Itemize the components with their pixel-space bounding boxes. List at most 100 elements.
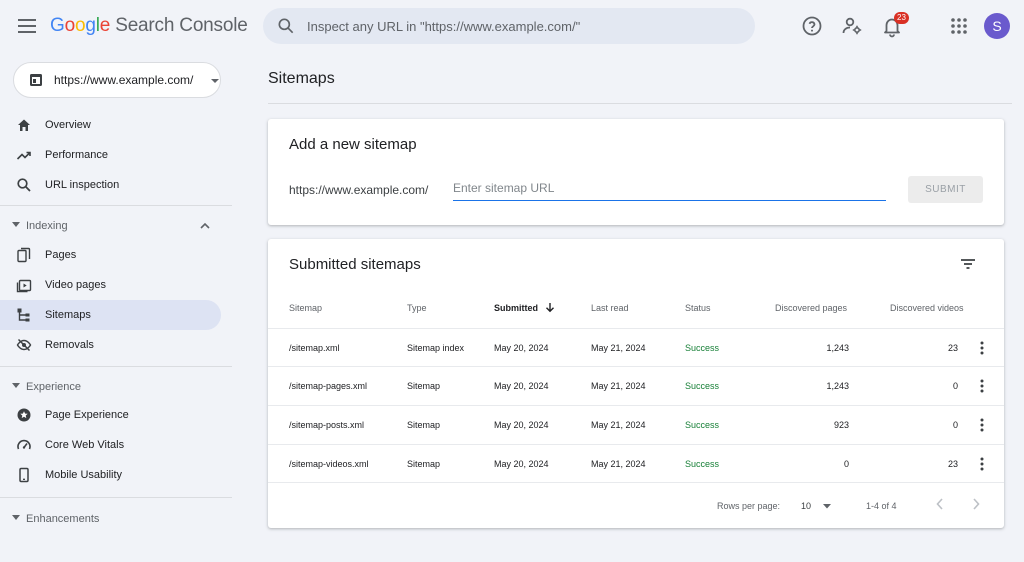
sidebar-item-sitemaps[interactable]: Sitemaps bbox=[0, 300, 221, 330]
sidebar-item-video-pages[interactable]: Video pages bbox=[0, 270, 221, 300]
caret-down-icon bbox=[12, 515, 20, 521]
sidebar-item-label: Mobile Usability bbox=[45, 469, 123, 481]
sitemap-path: /sitemap-posts.xml bbox=[289, 420, 365, 430]
chevron-down-icon bbox=[210, 78, 220, 84]
home-icon bbox=[16, 117, 32, 133]
help-icon[interactable] bbox=[800, 14, 824, 38]
more-vert-icon[interactable] bbox=[974, 456, 990, 472]
submitted-date: May 20, 2024 bbox=[494, 343, 549, 353]
chevron-left-icon[interactable] bbox=[935, 498, 945, 510]
submitted-sitemaps-card: Submitted sitemaps Sitemap Type Submitte… bbox=[268, 239, 1004, 528]
sidebar-item-performance[interactable]: Performance bbox=[0, 140, 221, 170]
apps-grid-icon[interactable] bbox=[947, 14, 971, 38]
discovered-videos-count: 0 bbox=[952, 420, 958, 430]
last-read-date: May 21, 2024 bbox=[591, 420, 646, 430]
sidebar-item-label: Video pages bbox=[45, 279, 106, 291]
manage-users-icon[interactable] bbox=[840, 14, 864, 38]
sitemap-type: Sitemap bbox=[407, 420, 441, 430]
column-header-discovered-videos[interactable]: Discovered videos bbox=[890, 303, 964, 313]
column-header-last-read[interactable]: Last read bbox=[591, 303, 629, 313]
avatar[interactable]: S bbox=[984, 13, 1010, 39]
chevron-up-icon[interactable] bbox=[200, 222, 210, 229]
sitemap-url-prefix: https://www.example.com/ bbox=[289, 183, 429, 197]
card-title: Submitted sitemaps bbox=[289, 256, 421, 273]
column-header-sitemap[interactable]: Sitemap bbox=[289, 303, 322, 313]
more-vert-icon[interactable] bbox=[974, 340, 990, 356]
sidebar-item-page-experience[interactable]: Page Experience bbox=[0, 400, 221, 430]
video-icon bbox=[16, 277, 32, 293]
sidebar-section-indexing[interactable]: Indexing bbox=[0, 214, 221, 238]
sitemap-url-input[interactable] bbox=[453, 175, 886, 201]
filter-icon[interactable] bbox=[958, 254, 978, 274]
sidebar-item-label: Performance bbox=[45, 149, 108, 161]
caret-down-icon bbox=[12, 383, 20, 389]
last-read-date: May 21, 2024 bbox=[591, 381, 646, 391]
property-url: https://www.example.com/ bbox=[54, 73, 194, 87]
status-text: Success bbox=[685, 459, 720, 469]
last-read-date: May 21, 2024 bbox=[591, 459, 646, 469]
more-vert-icon[interactable] bbox=[974, 378, 990, 394]
sidebar-divider bbox=[0, 497, 232, 498]
section-label: Indexing bbox=[26, 220, 68, 232]
sidebar-item-pages[interactable]: Pages bbox=[0, 240, 221, 270]
property-selector[interactable]: https://www.example.com/ bbox=[13, 62, 221, 98]
sidebar-item-core-web-vitals[interactable]: Core Web Vitals bbox=[0, 430, 221, 460]
sidebar-item-overview[interactable]: Overview bbox=[0, 110, 221, 140]
page-title: Sitemaps bbox=[268, 70, 335, 87]
status-text: Success bbox=[685, 343, 720, 353]
rows-per-page-label: Rows per page: bbox=[717, 501, 781, 511]
sidebar-divider bbox=[0, 366, 232, 367]
trending-up-icon bbox=[16, 147, 32, 163]
rows-per-page-value: 10 bbox=[801, 501, 812, 511]
search-icon bbox=[16, 177, 32, 193]
sidebar-item-mobile-usability[interactable]: Mobile Usability bbox=[0, 460, 221, 490]
sitemap-path: /sitemap-pages.xml bbox=[289, 381, 368, 391]
sort-arrow-down-icon[interactable] bbox=[545, 302, 555, 313]
sitemap-icon bbox=[16, 307, 32, 323]
phone-icon bbox=[16, 467, 32, 483]
title-divider bbox=[268, 103, 1012, 104]
card-title: Add a new sitemap bbox=[289, 136, 417, 153]
column-header-status[interactable]: Status bbox=[685, 303, 711, 313]
top-bar: Google Search Console 23 S bbox=[0, 0, 1024, 54]
caret-down-icon bbox=[12, 222, 20, 228]
sidebar-item-label: Page Experience bbox=[45, 409, 129, 421]
rows-per-page-select[interactable]: 10 bbox=[794, 495, 838, 517]
table-row[interactable]: /sitemap.xml Sitemap index May 20, 2024 … bbox=[268, 328, 1004, 366]
column-header-submitted[interactable]: Submitted bbox=[494, 303, 538, 313]
column-header-discovered-pages[interactable]: Discovered pages bbox=[775, 303, 847, 313]
sidebar-item-removals[interactable]: Removals bbox=[0, 330, 221, 360]
table-row[interactable]: /sitemap-videos.xml Sitemap May 20, 2024… bbox=[268, 444, 1004, 482]
discovered-pages-count: 1,243 bbox=[826, 343, 849, 353]
status-text: Success bbox=[685, 420, 720, 430]
sidebar-item-label: Removals bbox=[45, 339, 94, 351]
discovered-pages-count: 923 bbox=[833, 420, 849, 430]
sitemap-type: Sitemap index bbox=[407, 343, 465, 353]
table-row[interactable]: /sitemap-posts.xml Sitemap May 20, 2024 … bbox=[268, 405, 1004, 443]
product-name: Search Console bbox=[115, 15, 248, 36]
sidebar-section-experience[interactable]: Experience bbox=[0, 375, 221, 399]
chevron-right-icon[interactable] bbox=[971, 498, 981, 510]
app-logo[interactable]: Google Search Console bbox=[50, 15, 248, 37]
search-icon[interactable] bbox=[276, 16, 296, 36]
more-vert-icon[interactable] bbox=[974, 417, 990, 433]
column-header-type[interactable]: Type bbox=[407, 303, 427, 313]
caret-down-icon bbox=[823, 504, 831, 509]
add-sitemap-card: Add a new sitemap https://www.example.co… bbox=[268, 119, 1004, 225]
table-row[interactable]: /sitemap-pages.xml Sitemap May 20, 2024 … bbox=[268, 366, 1004, 404]
section-label: Experience bbox=[26, 381, 82, 393]
eye-off-icon bbox=[16, 337, 32, 353]
submitted-date: May 20, 2024 bbox=[494, 381, 549, 391]
table-pagination: Rows per page: 10 1-4 of 4 bbox=[268, 482, 1004, 528]
sitemap-type: Sitemap bbox=[407, 381, 441, 391]
sidebar-section-enhancements[interactable]: Enhancements bbox=[0, 507, 221, 531]
search-input[interactable] bbox=[307, 8, 737, 44]
status-text: Success bbox=[685, 381, 720, 391]
last-read-date: May 21, 2024 bbox=[591, 343, 646, 353]
discovered-videos-count: 23 bbox=[947, 459, 958, 469]
sitemap-path: /sitemap.xml bbox=[289, 343, 340, 353]
sidebar-item-url-inspection[interactable]: URL inspection bbox=[0, 170, 221, 200]
submit-button[interactable]: SUBMIT bbox=[908, 176, 983, 203]
menu-icon[interactable] bbox=[15, 14, 39, 38]
sitemap-path: /sitemap-videos.xml bbox=[289, 459, 369, 469]
